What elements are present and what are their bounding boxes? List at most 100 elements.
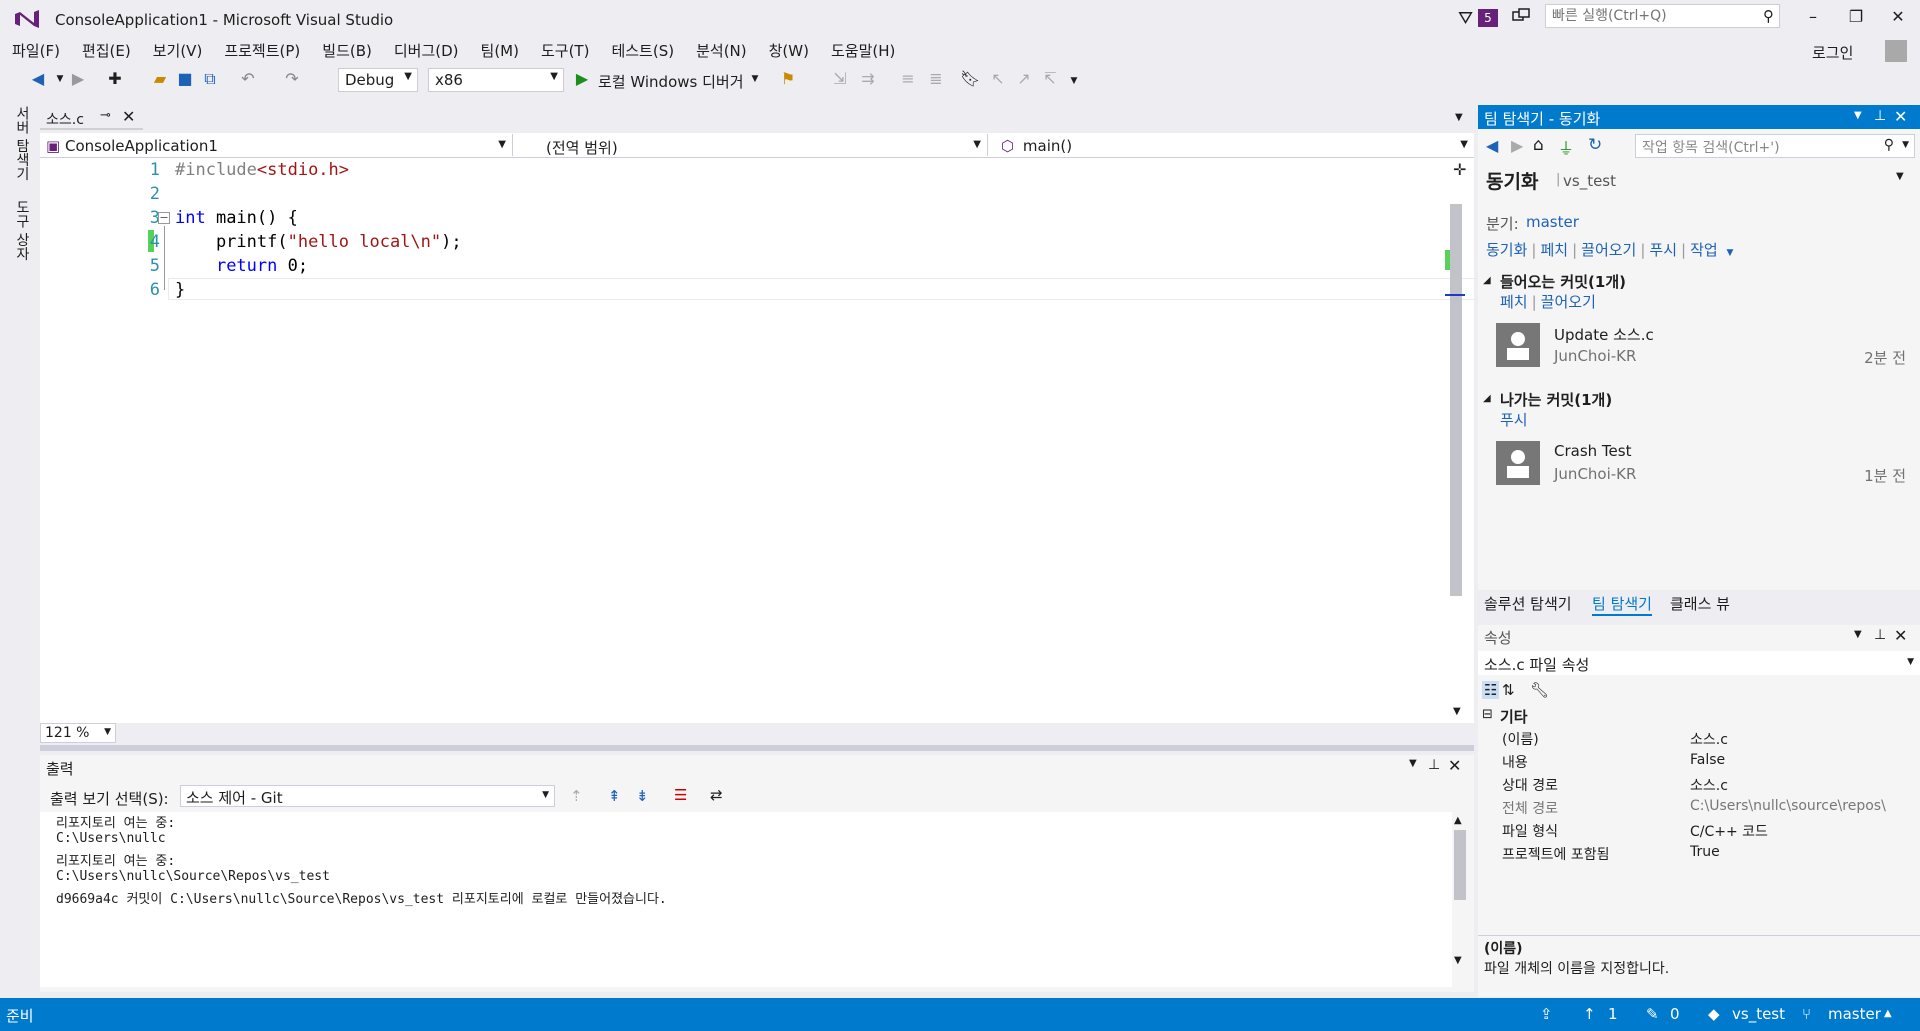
scroll-down-icon[interactable]: ▼ <box>1454 955 1462 966</box>
user-avatar-icon[interactable] <box>1885 40 1907 62</box>
menu-tools[interactable]: 도구(T) <box>529 38 599 61</box>
page-menu-dropdown-icon[interactable]: ▼ <box>1896 171 1904 182</box>
step-over-icon[interactable]: ⇉ <box>858 69 878 88</box>
document-tab[interactable]: 소스.c ⊸ ✕ <box>40 106 143 130</box>
comment-out-icon[interactable]: ≡ <box>898 69 918 88</box>
property-pages-icon[interactable]: 🔧︎ <box>1530 681 1549 699</box>
clear-bookmarks-icon[interactable]: ↸ <box>1040 69 1060 88</box>
actions-link[interactable]: 작업 <box>1690 241 1718 259</box>
start-debug-button[interactable]: 로컬 Windows 디버거 <box>598 71 744 92</box>
property-row[interactable]: 프로젝트에 포함됨 True <box>1478 841 1920 864</box>
scroll-down-icon[interactable]: ▼ <box>1453 706 1461 717</box>
close-tab-icon[interactable]: ✕ <box>122 107 135 126</box>
menu-help[interactable]: 도움말(H) <box>819 38 905 61</box>
tab-solution-explorer[interactable]: 솔루션 탐색기 <box>1484 593 1572 614</box>
home-icon[interactable]: ⌂ <box>1533 135 1544 155</box>
menu-test[interactable]: 테스트(S) <box>599 38 684 61</box>
sync-link[interactable]: 동기화 <box>1486 241 1527 259</box>
status-branch[interactable]: master <box>1828 1005 1881 1023</box>
close-pane-icon[interactable]: ✕ <box>1894 107 1907 126</box>
collapse-section-icon[interactable]: ◢ <box>1483 275 1491 286</box>
pin-tab-icon[interactable]: ⊸ <box>100 108 111 123</box>
property-row[interactable]: (이름) 소스.c <box>1478 726 1920 749</box>
refresh-icon[interactable]: ↻ <box>1588 135 1602 155</box>
clear-all-icon[interactable]: ☰ <box>674 786 687 804</box>
platform-select[interactable]: x86 ▼ <box>428 68 564 92</box>
incoming-pull-link[interactable]: 끌어오기 <box>1541 293 1596 311</box>
pending-changes-count[interactable]: 0 <box>1670 1005 1680 1023</box>
toolbar-overflow-icon[interactable]: ▼ <box>1064 76 1084 86</box>
search-icon[interactable]: ⚲ <box>1763 7 1774 25</box>
menu-view[interactable]: 보기(V) <box>141 38 213 61</box>
menu-window[interactable]: 창(W) <box>757 38 819 61</box>
work-item-search[interactable]: 작업 항목 검색(Ctrl+') ⚲ ▼ <box>1635 134 1915 158</box>
toolbox-tab[interactable]: 도구 상자 <box>12 200 32 260</box>
window-position-dropdown-icon[interactable]: ▼ <box>1854 110 1862 121</box>
status-repository[interactable]: vs_test <box>1732 1005 1785 1023</box>
find-icon[interactable]: ⚑ <box>778 69 798 88</box>
object-select[interactable]: 소스.c 파일 속성 ▼ <box>1478 651 1920 675</box>
menu-debug[interactable]: 디버그(D) <box>382 38 469 61</box>
property-row[interactable]: 파일 형식 C/C++ 코드 <box>1478 818 1920 841</box>
categorized-icon[interactable]: ☷ <box>1482 681 1500 699</box>
redo-icon[interactable]: ↷ <box>282 69 302 88</box>
collapse-category-icon[interactable]: ⊟ <box>1482 707 1493 722</box>
close-window-button[interactable]: ✕ <box>1880 4 1916 30</box>
minimize-button[interactable]: – <box>1795 4 1831 30</box>
prev-bookmark-icon[interactable]: ↖ <box>988 69 1008 88</box>
window-position-dropdown-icon[interactable]: ▼ <box>1409 758 1417 769</box>
chevron-down-icon[interactable]: ▼ <box>1726 248 1733 258</box>
bookmark-icon[interactable]: 🔖︎ <box>960 69 980 88</box>
collapse-outline-icon[interactable]: − <box>158 212 170 224</box>
menu-build[interactable]: 빌드(B) <box>310 38 382 61</box>
chevron-down-icon[interactable]: ▼ <box>1902 140 1909 150</box>
save-icon[interactable]: ■ <box>175 69 195 88</box>
notification-badge[interactable]: 5 <box>1478 9 1498 27</box>
solution-config-select[interactable]: Debug ▼ <box>338 68 418 92</box>
pane-splitter[interactable] <box>40 745 1474 751</box>
incoming-commits-header[interactable]: 들어오는 커밋(1개) <box>1500 271 1626 292</box>
scroll-up-icon[interactable]: ▲ <box>1454 815 1462 826</box>
tab-list-dropdown-icon[interactable]: ▼ <box>1455 112 1463 123</box>
auto-hide-pin-icon[interactable]: ⊥ <box>1874 108 1886 124</box>
quick-launch-box[interactable]: ⚲ <box>1545 4 1780 28</box>
prev-message-icon[interactable]: ⇞ <box>608 787 621 805</box>
quick-launch-input[interactable] <box>1546 5 1746 27</box>
new-project-icon[interactable]: ✚ <box>105 69 125 88</box>
editor-vertical-scrollbar-thumb[interactable] <box>1450 204 1462 596</box>
undo-icon[interactable]: ↶ <box>238 69 258 88</box>
zoom-level-select[interactable]: 121 % ▼ <box>40 723 116 743</box>
scope-dropdown[interactable]: (전역 범위) ▼ <box>518 134 988 157</box>
outgoing-commit[interactable]: Crash Test JunChoi-KR 1분 전 <box>1496 441 1906 489</box>
menu-project[interactable]: 프로젝트(P) <box>212 38 310 61</box>
chevron-up-icon[interactable]: ▲ <box>1884 1008 1892 1019</box>
unpublished-commits-count[interactable]: 1 <box>1608 1005 1618 1023</box>
collapse-section-icon[interactable]: ◢ <box>1483 393 1491 404</box>
forward-icon[interactable]: ▶ <box>1511 136 1523 155</box>
find-message-icon[interactable]: ⇡ <box>570 787 583 805</box>
incoming-fetch-link[interactable]: 페치 <box>1500 293 1528 311</box>
tab-team-explorer[interactable]: 팀 탐색기 <box>1592 593 1652 616</box>
output-text-area[interactable]: 리포지토리 여는 중: C:\Users\nullc 리포지토리 여는 중: C… <box>40 812 1452 987</box>
branch-link[interactable]: master <box>1526 213 1579 231</box>
step-into-icon[interactable]: ⇲ <box>830 69 850 88</box>
restore-button[interactable]: ❐ <box>1838 4 1874 30</box>
publish-icon[interactable]: ⇪ <box>1540 1005 1553 1023</box>
property-row[interactable]: 내용 False <box>1478 749 1920 772</box>
server-explorer-tab[interactable]: 서버 탐색기 <box>12 106 32 180</box>
split-window-icon[interactable]: ✛ <box>1453 160 1466 179</box>
feedback-icon[interactable] <box>1510 6 1532 28</box>
menu-team[interactable]: 팀(M) <box>469 38 529 61</box>
branch-icon[interactable]: ⑂ <box>1802 1005 1811 1023</box>
menu-analyze[interactable]: 분석(N) <box>684 38 757 61</box>
auto-hide-pin-icon[interactable]: ⊥ <box>1874 627 1886 643</box>
outgoing-commits-header[interactable]: 나가는 커밋(1개) <box>1500 389 1612 410</box>
next-bookmark-icon[interactable]: ↗ <box>1014 69 1034 88</box>
auto-hide-pin-icon[interactable]: ⊥ <box>1428 757 1440 773</box>
pending-changes-icon[interactable]: ✎ <box>1646 1005 1659 1023</box>
back-dropdown-icon[interactable]: ▼ <box>50 74 70 84</box>
connect-icon[interactable]: ⏚ <box>1558 135 1574 159</box>
code-editor[interactable]: 1 2 3 4 5 6 − #include<stdio.h> int main… <box>40 158 1488 723</box>
close-pane-icon[interactable]: ✕ <box>1894 626 1907 645</box>
alphabetical-icon[interactable]: ⇅ <box>1502 681 1515 699</box>
